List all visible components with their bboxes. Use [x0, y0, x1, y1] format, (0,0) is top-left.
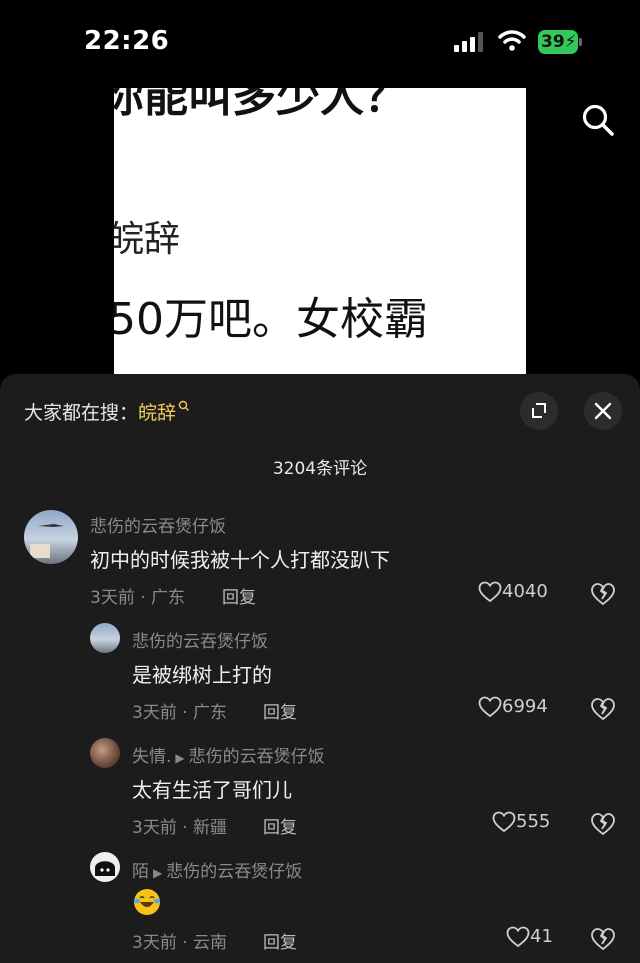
laughing-crying-emoji [134, 889, 160, 915]
like-count: 4040 [502, 581, 548, 602]
video-frame: 你能叫多少人？ 皖辞 50万吧。女校霸 [114, 88, 526, 375]
expand-button[interactable] [520, 392, 558, 430]
video-caption-answer: 50万吧。女校霸 [114, 294, 428, 345]
comment-text: 太有生活了哥们儿 [132, 778, 292, 802]
comment-author[interactable]: 悲伤的云吞煲仔饭 [90, 512, 226, 537]
reply-button[interactable]: 回复 [263, 813, 297, 838]
comment-author-name[interactable]: 陌 [132, 862, 149, 882]
heart-icon [506, 926, 530, 948]
expand-icon [532, 403, 546, 418]
comment-meta: 3天前 · 广东 [132, 703, 228, 723]
avatar[interactable] [90, 738, 120, 768]
signal-icon [454, 32, 483, 52]
avatar[interactable] [90, 852, 120, 882]
reply-button[interactable]: 回复 [263, 698, 297, 723]
wifi-icon [498, 30, 526, 51]
comment-meta: 3天前 · 云南 [132, 933, 228, 953]
comment-sheet: 大家都在搜：皖辞 3204条评论 悲伤的云吞煲仔饭 初中的时候我被十个人打都没趴… [0, 374, 640, 963]
comment-author[interactable]: 陌 ▶ 悲伤的云吞煲仔饭 [132, 857, 302, 882]
avatar[interactable] [90, 623, 120, 653]
like-button[interactable]: 555 [492, 811, 550, 833]
like-button[interactable]: 41 [506, 926, 553, 948]
battery-icon: 39⚡ [538, 30, 582, 54]
search-icon[interactable] [580, 102, 616, 138]
broken-heart-icon[interactable] [590, 812, 616, 836]
comment-author-name[interactable]: 失情. [132, 747, 171, 767]
comment-meta: 3天前 · 新疆 [132, 818, 228, 838]
like-button[interactable]: 6994 [478, 696, 548, 718]
close-button[interactable] [584, 392, 622, 430]
like-button[interactable]: 4040 [478, 581, 548, 603]
comment-count: 3204条评论 [272, 459, 368, 479]
reply-button[interactable]: 回复 [222, 583, 256, 608]
heart-icon [478, 696, 502, 718]
like-count: 555 [516, 811, 551, 832]
reply-arrow-icon: ▶ [153, 866, 163, 880]
comment-text: 初中的时候我被十个人打都没趴下 [90, 548, 390, 572]
avatar[interactable] [24, 510, 78, 564]
broken-heart-icon[interactable] [590, 582, 616, 606]
close-icon [594, 402, 612, 420]
heart-icon [478, 581, 502, 603]
search-small-icon [178, 400, 190, 411]
comment-text: 是被绑树上打的 [132, 663, 272, 687]
search-suggestion-prefix: 大家都在搜： [24, 402, 139, 424]
video-player[interactable]: 你能叫多少人？ 皖辞 50万吧。女校霸 [0, 80, 640, 375]
like-count: 6994 [502, 696, 548, 717]
broken-heart-icon[interactable] [590, 697, 616, 721]
search-suggestion-keyword[interactable]: 皖辞 [138, 402, 176, 424]
comment-meta: 3天前 · 广东 [90, 588, 186, 608]
reply-to-name[interactable]: 悲伤的云吞煲仔饭 [166, 862, 302, 882]
heart-icon [492, 811, 516, 833]
like-count: 41 [530, 926, 553, 947]
reply-to-name[interactable]: 悲伤的云吞煲仔饭 [189, 747, 325, 767]
status-bar: 22:26 39⚡ [0, 0, 640, 80]
comment-author[interactable]: 悲伤的云吞煲仔饭 [132, 627, 268, 652]
reply-arrow-icon: ▶ [175, 751, 185, 765]
video-caption-name: 皖辞 [114, 219, 181, 260]
search-suggestion[interactable]: 大家都在搜：皖辞 [24, 398, 190, 425]
video-caption-top: 你能叫多少人？ [114, 88, 408, 122]
comment-author[interactable]: 失情. ▶ 悲伤的云吞煲仔饭 [132, 742, 325, 767]
battery-level: 39 [541, 32, 565, 52]
reply-button[interactable]: 回复 [263, 928, 297, 953]
clock: 22:26 [84, 26, 170, 56]
broken-heart-icon[interactable] [590, 927, 616, 951]
